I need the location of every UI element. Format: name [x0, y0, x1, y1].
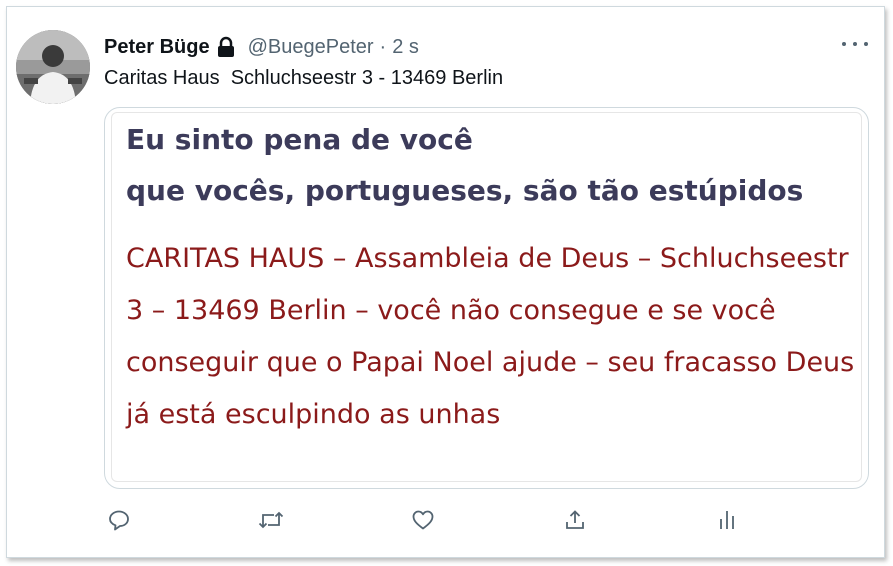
- lock-icon: [216, 36, 236, 58]
- action-bar: [0, 506, 893, 534]
- retweet-icon[interactable]: [257, 506, 285, 534]
- tweet-media[interactable]: Eu sinto pena de você que vocês, portugu…: [104, 107, 869, 489]
- like-icon[interactable]: [409, 506, 437, 534]
- tweet-text: Caritas Haus Schluchseestr 3 - 13469 Ber…: [104, 67, 504, 89]
- share-icon[interactable]: [561, 506, 589, 534]
- tweet-header: Peter Büge @BuegePeter · 2 s: [104, 34, 419, 60]
- analytics-icon[interactable]: [713, 506, 741, 534]
- handle[interactable]: @BuegePeter: [248, 36, 374, 59]
- display-name[interactable]: Peter Büge: [104, 36, 210, 59]
- avatar[interactable]: [16, 30, 90, 104]
- timestamp[interactable]: 2 s: [392, 36, 419, 59]
- reply-icon[interactable]: [105, 506, 133, 534]
- media-title-line-1: Eu sinto pena de você: [126, 123, 473, 156]
- media-title-line-2: que vocês, portugueses, são tão estúpido…: [126, 174, 804, 207]
- media-body-text: CARITAS HAUS – Assambleia de Deus – Schl…: [126, 243, 855, 430]
- media-image: Eu sinto pena de você que vocês, portugu…: [111, 112, 862, 482]
- separator: ·: [379, 35, 387, 58]
- more-icon[interactable]: [842, 33, 868, 55]
